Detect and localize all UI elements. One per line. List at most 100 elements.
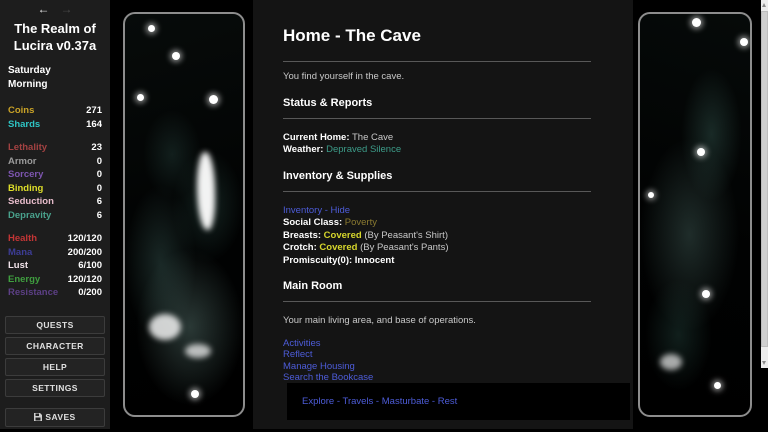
glow-dot bbox=[697, 148, 705, 156]
scrollbar bbox=[761, 0, 768, 432]
stat-value: 0 bbox=[97, 182, 102, 196]
settings-button[interactable]: SETTINGS bbox=[5, 379, 105, 397]
saves-button[interactable]: SAVES bbox=[5, 408, 105, 427]
glow-dot bbox=[648, 192, 654, 198]
scrollbar-thumb[interactable] bbox=[761, 11, 768, 347]
social-class-label: Social Class: bbox=[283, 217, 342, 228]
back-arrow-icon[interactable]: ← bbox=[37, 3, 50, 16]
forward-arrow-icon[interactable]: → bbox=[60, 3, 73, 16]
crotch-line: Crotch: Covered (By Peasant's Pants) bbox=[283, 242, 591, 255]
energy-label: Energy bbox=[8, 273, 40, 287]
promiscuity-value: Innocent bbox=[355, 255, 395, 266]
promiscuity-line: Promiscuity(0): Innocent bbox=[283, 255, 591, 268]
cave-image-left bbox=[123, 12, 245, 417]
help-button[interactable]: HELP bbox=[5, 358, 105, 376]
health-label: Health bbox=[8, 232, 37, 246]
datetime: Saturday Morning bbox=[0, 64, 110, 92]
crotch-value: Covered bbox=[319, 242, 357, 253]
inventory-hide-link[interactable]: Inventory - Hide bbox=[283, 205, 350, 216]
explore-link[interactable]: Explore bbox=[302, 396, 334, 407]
travels-link[interactable]: Travels bbox=[343, 396, 374, 407]
current-home-value: The Cave bbox=[352, 132, 393, 143]
stat-value: 0 bbox=[97, 168, 102, 182]
currency-row: Shards 164 bbox=[0, 118, 110, 132]
stat-row: Binding 0 bbox=[0, 182, 110, 196]
weather-label: Weather: bbox=[283, 144, 323, 155]
save-icon bbox=[34, 413, 42, 423]
promiscuity-label: Promiscuity(0): bbox=[283, 255, 352, 266]
character-button[interactable]: CHARACTER bbox=[5, 337, 105, 355]
resource-row: Energy 120/120 bbox=[0, 273, 110, 287]
stat-label-depravity: Depravity bbox=[8, 209, 51, 223]
weather-value: Depraved Silence bbox=[326, 144, 401, 155]
resistance-label: Resistance bbox=[8, 286, 58, 300]
stat-row: Armor 0 bbox=[0, 155, 110, 169]
stats-list: Lethality 23 Armor 0 Sorcery 0 Binding 0… bbox=[0, 141, 110, 222]
mana-label: Mana bbox=[8, 246, 32, 260]
mana-value: 200/200 bbox=[68, 246, 102, 260]
coins-label: Coins bbox=[8, 104, 34, 118]
cave-image-right bbox=[638, 12, 752, 417]
currency-list: Coins 271 Shards 164 bbox=[0, 104, 110, 131]
stat-row: Sorcery 0 bbox=[0, 168, 110, 182]
reflect-link[interactable]: Reflect bbox=[283, 349, 313, 360]
activities-link[interactable]: Activities bbox=[283, 338, 320, 349]
social-class-value: Poverty bbox=[345, 217, 377, 228]
stat-label-sorcery: Sorcery bbox=[8, 168, 43, 182]
rock-highlight bbox=[660, 354, 682, 370]
time-label: Morning bbox=[8, 78, 102, 92]
rest-link[interactable]: Rest bbox=[438, 396, 458, 407]
stat-value: 6 bbox=[97, 195, 102, 209]
stat-row: Lethality 23 bbox=[0, 141, 110, 155]
breasts-value: Covered bbox=[324, 230, 362, 241]
stat-value: 0 bbox=[97, 155, 102, 169]
resource-row: Mana 200/200 bbox=[0, 246, 110, 260]
sidebar: ← → The Realm of Lucira v0.37a Saturday … bbox=[0, 0, 110, 429]
coins-value: 271 bbox=[86, 104, 102, 118]
link-separator: - bbox=[429, 396, 437, 407]
glow-dot bbox=[172, 52, 180, 60]
glow-dot bbox=[702, 290, 710, 298]
glow-dot bbox=[191, 390, 199, 398]
rock-highlight bbox=[185, 344, 211, 358]
inventory-toggle-line: Inventory - Hide bbox=[283, 205, 591, 218]
history-nav: ← → bbox=[0, 3, 110, 16]
shards-label: Shards bbox=[8, 118, 40, 132]
room-description: Your main living area, and base of opera… bbox=[283, 315, 591, 328]
crotch-label: Crotch: bbox=[283, 242, 317, 253]
masturbate-link[interactable]: Masturbate bbox=[382, 396, 430, 407]
resistance-value: 0/200 bbox=[78, 286, 102, 300]
quests-button[interactable]: QUESTS bbox=[5, 316, 105, 334]
stat-value: 23 bbox=[91, 141, 102, 155]
current-home-label: Current Home: bbox=[283, 132, 350, 143]
current-home-line: Current Home: The Cave bbox=[283, 132, 591, 145]
breasts-suffix: (By Peasant's Shirt) bbox=[364, 230, 448, 241]
scrollbar-track[interactable] bbox=[761, 0, 768, 368]
stat-label-armor: Armor bbox=[8, 155, 37, 169]
stat-label-binding: Binding bbox=[8, 182, 43, 196]
divider bbox=[0, 400, 110, 408]
currency-row: Coins 271 bbox=[0, 104, 110, 118]
resources-list: Health 120/120 Mana 200/200 Lust 6/100 E… bbox=[0, 232, 110, 300]
main-content: Home - The Cave You find yourself in the… bbox=[253, 0, 633, 430]
breasts-line: Breasts: Covered (By Peasant's Shirt) bbox=[283, 230, 591, 243]
link-separator: - bbox=[373, 396, 381, 407]
room-links: Activities Reflect Manage Housing Search… bbox=[283, 338, 591, 384]
inventory-heading: Inventory & Supplies bbox=[283, 170, 591, 182]
glow-dot bbox=[692, 18, 701, 27]
game-page: ← → The Realm of Lucira v0.37a Saturday … bbox=[0, 0, 768, 432]
game-title-line1: The Realm of bbox=[0, 20, 110, 37]
search-bookcase-link[interactable]: Search the Bookcase bbox=[283, 372, 373, 383]
breasts-label: Breasts: bbox=[283, 230, 321, 241]
stat-label-seduction: Seduction bbox=[8, 195, 54, 209]
stat-label-lethality: Lethality bbox=[8, 141, 47, 155]
waterfall-highlight bbox=[197, 152, 215, 230]
rock-highlight bbox=[149, 314, 181, 340]
right-art-column bbox=[633, 0, 761, 432]
day-label: Saturday bbox=[8, 64, 102, 78]
left-art-column bbox=[110, 0, 253, 432]
glow-dot bbox=[740, 38, 748, 46]
scroll-up-icon[interactable] bbox=[762, 3, 766, 7]
manage-housing-link[interactable]: Manage Housing bbox=[283, 361, 355, 372]
scroll-down-icon[interactable] bbox=[762, 361, 766, 365]
